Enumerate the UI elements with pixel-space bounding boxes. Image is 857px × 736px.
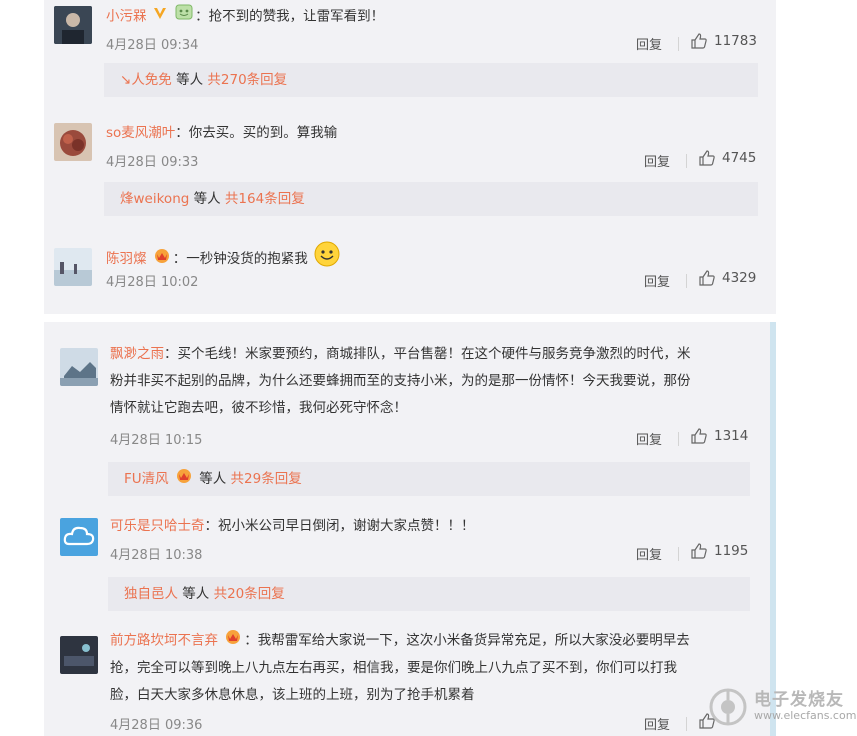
divider	[678, 547, 679, 561]
reply-button[interactable]: 回复	[644, 271, 670, 290]
reply-summary-text: 等人	[194, 471, 231, 487]
comment-username[interactable]: 小污槑	[106, 9, 147, 25]
comment-date: 4月28日 10:38	[110, 548, 203, 563]
divider	[686, 274, 687, 288]
comment-date: 4月28日 09:33	[106, 155, 199, 170]
avatar[interactable]	[54, 123, 92, 161]
reply-summary-bar[interactable]: FU清风 等人 共29条回复	[108, 462, 750, 496]
watermark-text: 电子发烧友	[754, 690, 844, 710]
reply-total-link[interactable]: 共164条回复	[225, 191, 305, 207]
reply-total-link[interactable]: 共20条回复	[214, 586, 285, 602]
comment-username[interactable]: 前方路坎坷不言弃	[110, 633, 218, 649]
avatar[interactable]	[60, 518, 98, 556]
reply-button[interactable]: 回复	[644, 714, 670, 733]
comment-date: 4月28日 10:15	[110, 433, 203, 448]
reply-button[interactable]: 回复	[644, 151, 670, 170]
panel-edge	[770, 322, 776, 736]
divider	[686, 154, 687, 168]
vip-crown-icon	[153, 246, 171, 273]
comment-text: 一秒钟没货的抱紧我	[186, 251, 308, 267]
comment-text-line: 我帮雷军给大家说一下，这次小米备货异常充足，所以大家没必要明早去	[257, 632, 690, 649]
like-count: 11783	[714, 33, 757, 49]
watermark-url: www.elecfans.com	[754, 709, 857, 722]
avatar[interactable]	[60, 636, 98, 674]
like-count: 4745	[722, 150, 757, 166]
comment-text: 祝小米公司早日倒闭，谢谢大家点赞！！！	[218, 518, 475, 534]
comment-text-line: 粉并非买不起别的品牌，为什么还要蜂拥而至的支持小米，为的是那一份情怀！今天我要说…	[110, 373, 691, 389]
comment-date: 4月28日 09:34	[106, 38, 199, 53]
thumbs-up-icon	[690, 542, 708, 560]
like-button[interactable]: 11783	[690, 32, 757, 50]
reply-button[interactable]: 回复	[636, 544, 662, 563]
avatar[interactable]	[60, 348, 98, 386]
comment-username[interactable]: so麦风潮叶	[106, 125, 175, 141]
verified-v-icon	[153, 3, 167, 30]
reply-summary-bar[interactable]: ↘人免免 等人 共270条回复	[104, 63, 758, 97]
divider	[686, 717, 687, 731]
reply-summary-text: 等人	[178, 586, 214, 602]
vip-crown-icon	[224, 627, 242, 654]
divider	[678, 37, 679, 51]
reply-user[interactable]: 独自邑人	[124, 586, 178, 602]
reply-summary-bar[interactable]: 独自邑人 等人 共20条回复	[108, 577, 750, 611]
comment-date: 4月28日 09:36	[110, 718, 203, 733]
reply-total-link[interactable]: 共270条回复	[207, 72, 287, 88]
reply-button[interactable]: 回复	[636, 34, 662, 53]
avatar[interactable]	[54, 6, 92, 44]
comment-username[interactable]: 陈羽燦	[106, 251, 147, 267]
divider	[678, 432, 679, 446]
comment-username[interactable]: 可乐是只哈士奇	[110, 518, 205, 534]
comment-text-line: 买个毛线！米家要预约，商城排队，平台售罄！在这个硬件与服务竞争激烈的时代，米	[177, 346, 691, 362]
reply-summary-text: 等人	[189, 191, 225, 207]
avatar[interactable]	[54, 248, 92, 286]
elecfans-logo-icon	[708, 687, 748, 731]
like-count: 4329	[722, 270, 757, 286]
like-button[interactable]: 4745	[698, 149, 756, 167]
like-button[interactable]: 1195	[690, 542, 748, 560]
like-button[interactable]: 1314	[690, 427, 748, 445]
comment-panel-bottom: 飘渺之雨：买个毛线！米家要预约，商城排队，平台售罄！在这个硬件与服务竞争激烈的时…	[44, 322, 776, 736]
member-badge-icon	[175, 3, 193, 30]
reply-button[interactable]: 回复	[636, 429, 662, 448]
reply-summary-bar[interactable]: 烽weikong 等人 共164条回复	[104, 182, 758, 216]
reply-user[interactable]: 人免免	[131, 72, 172, 88]
comment-panel-top: 小污槑 ：抢不到的赞我，让雷军看到！ 4月28日 09:34 回复 11783 …	[44, 0, 776, 314]
comment-username[interactable]: 飘渺之雨	[110, 346, 164, 362]
vip-crown-icon	[175, 462, 193, 496]
comment-text-line: 情怀就让它跑去吧，彼不珍惜，我何必死守怀念！	[110, 400, 407, 416]
like-button[interactable]: 4329	[698, 269, 756, 287]
like-count: 1195	[714, 543, 749, 559]
thumbs-up-icon	[690, 427, 708, 445]
thumbs-up-icon	[690, 32, 708, 50]
elecfans-watermark: 电子发烧友 www.elecfans.com	[708, 683, 856, 731]
reply-total-link[interactable]: 共29条回复	[231, 471, 302, 487]
comment-text: 你去买。买的到。算我输	[188, 125, 338, 141]
comment-text-line: 脸，白天大家多休息休息，该上班的上班，别为了抢手机累着	[110, 686, 475, 703]
like-count: 1314	[714, 428, 749, 444]
reply-user[interactable]: 烽weikong	[120, 191, 189, 207]
thumbs-up-icon	[698, 149, 716, 167]
thumbs-up-icon	[698, 269, 716, 287]
comment-date: 4月28日 10:02	[106, 275, 199, 290]
smiley-emoji-icon	[314, 241, 340, 277]
reply-arrow-icon: ↘	[120, 72, 132, 88]
comment-text: 抢不到的赞我，让雷军看到！	[208, 8, 385, 25]
reply-summary-text: 等人	[171, 72, 208, 88]
comment-text-line: 抢，完全可以等到晚上八九点左右再买，相信我，要是你们晚上八九点了买不到，你们可以…	[110, 659, 677, 676]
reply-user[interactable]: FU清风	[124, 471, 169, 487]
